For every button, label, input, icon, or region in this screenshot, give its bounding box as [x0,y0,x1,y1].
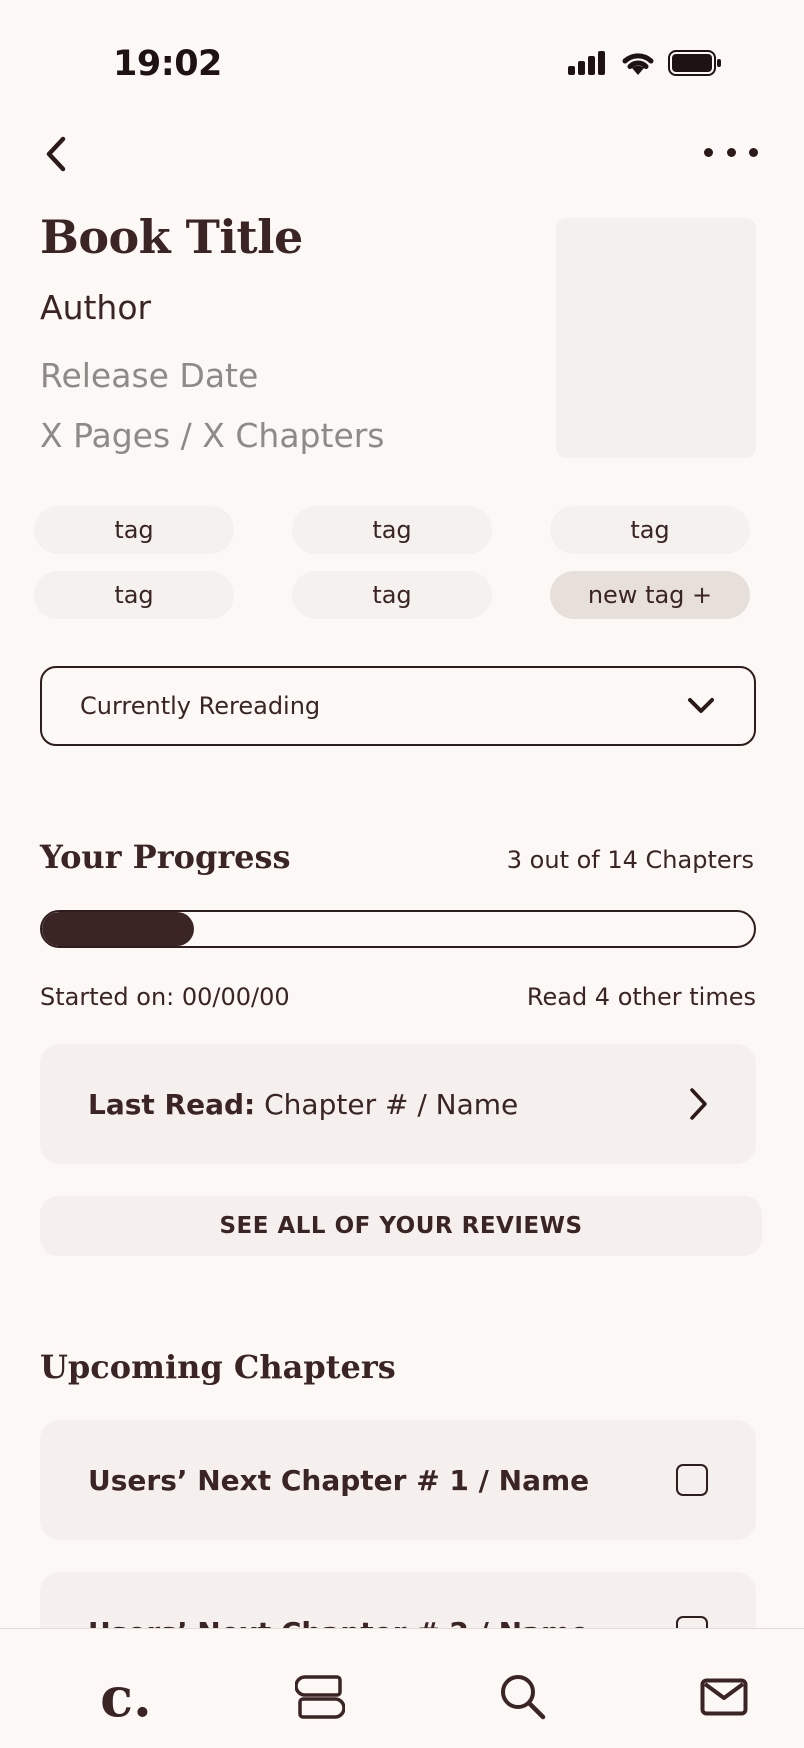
last-read-card[interactable]: Last Read: Chapter # / Name [40,1044,756,1164]
progress-count: 3 out of 14 Chapters [506,846,754,874]
see-all-reviews-button[interactable]: SEE ALL OF YOUR REVIEWS [40,1196,762,1256]
book-author[interactable]: Author [40,288,151,327]
last-read-label: Last Read: [88,1087,256,1121]
book-cover-image [556,218,756,458]
new-tag-button[interactable]: new tag + [550,571,750,619]
reading-status-value: Currently Rereading [80,692,321,720]
mail-icon [700,1678,748,1716]
dot-icon [726,147,736,157]
tag-chip[interactable]: tag [34,506,234,554]
progress-heading: Your Progress [40,838,291,876]
status-icons [568,50,722,76]
library-icon [295,1675,345,1719]
chapter-name: Users’ Next Chapter # 1 / Name [88,1463,590,1497]
tag-chip[interactable]: tag [292,506,492,554]
app-logo: c. [100,1665,152,1729]
pages-chapters: X Pages / X Chapters [40,416,385,455]
upcoming-heading: Upcoming Chapters [40,1348,396,1386]
nav-home[interactable]: c. [94,1665,158,1729]
wifi-icon [622,53,654,75]
status-time: 19:02 [113,44,222,84]
chevron-down-icon [688,698,714,713]
bottom-navigation: c. [0,1628,804,1748]
signal-icon [568,51,605,75]
tag-list: tag tag tag tag tag new tag + [34,506,750,619]
started-on: Started on: 00/00/00 [40,983,290,1011]
tag-chip[interactable]: tag [292,571,492,619]
reading-status-dropdown[interactable]: Currently Rereading [40,666,756,746]
dot-icon [704,147,713,157]
chevron-left-icon [46,136,66,172]
last-read-text: Last Read: Chapter # / Name [88,1088,688,1121]
nav-library[interactable] [288,1665,352,1729]
tag-chip[interactable]: tag [34,571,234,619]
read-count: Read 4 other times [526,983,756,1011]
progress-bar [40,910,756,948]
chapter-checkbox[interactable] [676,1464,708,1496]
book-title: Book Title [40,210,303,264]
search-icon [501,1675,546,1720]
nav-search[interactable] [491,1665,555,1729]
nav-mail[interactable] [692,1665,756,1729]
progress-fill [42,912,195,946]
chevron-right-icon [690,1088,707,1120]
battery-icon [668,50,721,76]
back-button[interactable] [36,132,76,176]
last-read-value: Chapter # / Name [255,1087,519,1121]
upcoming-chapter-item[interactable]: Users’ Next Chapter # 1 / Name [40,1420,756,1540]
dot-icon [749,147,758,157]
tag-chip[interactable]: tag [550,506,750,554]
more-options-button[interactable] [704,140,758,164]
release-date: Release Date [40,356,259,395]
book-detail-screen: 19:02 Book Title Author Release Date X P… [0,0,804,1748]
